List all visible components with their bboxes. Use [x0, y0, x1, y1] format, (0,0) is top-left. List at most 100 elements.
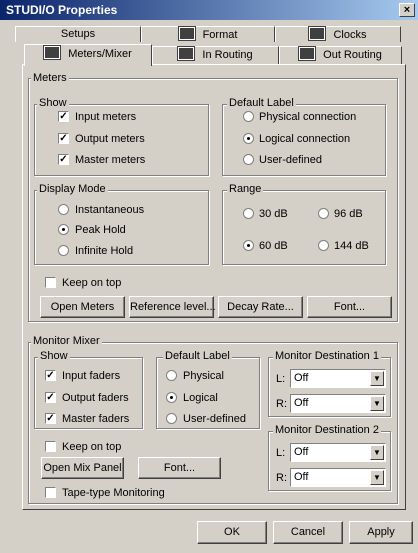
monitor-destination-2-title: Monitor Destination 2 [273, 424, 381, 436]
range-30db-radio[interactable] [243, 208, 254, 219]
title-bar: STUDI/O Properties × [0, 0, 418, 20]
mixer-physical-label: Physical [183, 370, 224, 382]
ok-button[interactable]: OK [197, 521, 267, 544]
dest1-l-value: Off [294, 372, 309, 384]
infinite-hold-label: Infinite Hold [75, 245, 134, 257]
infinite-hold-radio[interactable] [58, 245, 69, 256]
apply-button[interactable]: Apply [349, 521, 413, 544]
output-meters-checkbox[interactable]: ✓ [58, 133, 69, 144]
in-routing-icon [177, 46, 196, 61]
window-title: STUDI/O Properties [6, 3, 118, 17]
dest1-l-label: L: [276, 373, 286, 385]
meters-keep-on-top-checkbox[interactable] [45, 277, 56, 288]
close-button[interactable]: × [399, 3, 415, 17]
mixer-user-defined-label: User-defined [183, 413, 246, 425]
dest2-l-value: Off [294, 446, 309, 458]
mixer-font-button[interactable]: Font... [138, 457, 221, 479]
meters-keep-on-top-label: Keep on top [62, 277, 122, 289]
mixer-logical-radio[interactable] [166, 392, 177, 403]
tab-in-routing[interactable]: In Routing [152, 46, 279, 64]
chevron-down-icon[interactable]: ▼ [370, 371, 384, 386]
input-faders-label: Input faders [62, 370, 121, 382]
range-30db-label: 30 dB [259, 208, 288, 220]
chevron-down-icon[interactable]: ▼ [370, 396, 384, 411]
tab-format-label: Format [202, 29, 238, 41]
cancel-button[interactable]: Cancel [273, 521, 343, 544]
range-60db-radio[interactable] [243, 240, 254, 251]
out-routing-icon [298, 46, 317, 61]
output-meters-label: Output meters [75, 133, 145, 145]
dest1-r-value: Off [294, 397, 309, 409]
mixer-physical-radio[interactable] [166, 370, 177, 381]
meters-mixer-icon [43, 45, 62, 60]
tab-clocks[interactable]: Clocks [275, 26, 401, 42]
tab-out-routing[interactable]: Out Routing [279, 46, 402, 64]
format-icon [177, 26, 196, 41]
open-mix-panel-button[interactable]: Open Mix Panel [41, 457, 124, 479]
meters-font-button[interactable]: Font... [307, 296, 392, 318]
physical-connection-label: Physical connection [259, 111, 357, 123]
dest1-r-label: R: [276, 398, 287, 410]
mixer-user-defined-radio[interactable] [166, 413, 177, 424]
range-96db-radio[interactable] [318, 208, 329, 219]
range-96db-label: 96 dB [334, 208, 363, 220]
physical-connection-radio[interactable] [243, 111, 254, 122]
display-mode-title: Display Mode [37, 183, 108, 195]
chevron-down-icon[interactable]: ▼ [370, 470, 384, 485]
decay-rate-button[interactable]: Decay Rate... [218, 296, 303, 318]
instantaneous-radio[interactable] [58, 204, 69, 215]
tab-meters-mixer[interactable]: Meters/Mixer [24, 44, 152, 66]
mixer-logical-label: Logical [183, 392, 218, 404]
master-faders-checkbox[interactable]: ✓ [45, 413, 56, 424]
tab-in-routing-label: In Routing [202, 49, 253, 61]
tab-out-routing-label: Out Routing [323, 49, 382, 61]
dest1-l-select[interactable]: Off ▼ [290, 369, 386, 388]
peak-hold-radio[interactable] [58, 224, 69, 235]
range-144db-radio[interactable] [318, 240, 329, 251]
range-title: Range [227, 183, 264, 195]
range-60db-label: 60 dB [259, 240, 288, 252]
master-faders-label: Master faders [62, 413, 130, 425]
monitor-destination-1-title: Monitor Destination 1 [273, 350, 381, 362]
output-faders-checkbox[interactable]: ✓ [45, 392, 56, 403]
reference-level-button[interactable]: Reference level... [129, 296, 216, 318]
tab-clocks-label: Clocks [333, 29, 367, 41]
logical-connection-radio[interactable] [243, 133, 254, 144]
clocks-icon [308, 26, 327, 41]
tape-monitoring-label: Tape-type Monitoring [62, 487, 165, 499]
dest2-r-label: R: [276, 472, 287, 484]
output-faders-label: Output faders [62, 392, 129, 404]
mixer-show-title: Show [38, 350, 70, 362]
mixer-keep-on-top-checkbox[interactable] [45, 441, 56, 452]
input-meters-checkbox[interactable]: ✓ [58, 111, 69, 122]
tab-setups-label: Setups [60, 28, 96, 40]
input-faders-checkbox[interactable]: ✓ [45, 370, 56, 381]
chevron-down-icon[interactable]: ▼ [370, 445, 384, 460]
meters-show-title: Show [37, 97, 69, 109]
range-group [222, 190, 386, 265]
logical-connection-label: Logical connection [259, 133, 351, 145]
user-defined-radio[interactable] [243, 154, 254, 165]
dest2-r-value: Off [294, 471, 309, 483]
tab-meters-mixer-label: Meters/Mixer [68, 48, 132, 60]
range-144db-label: 144 dB [334, 240, 369, 252]
tab-setups[interactable]: Setups [15, 26, 141, 42]
user-defined-label: User-defined [259, 154, 322, 166]
tape-monitoring-checkbox[interactable] [45, 487, 56, 498]
dest2-r-select[interactable]: Off ▼ [290, 468, 386, 487]
mixer-keep-on-top-label: Keep on top [62, 441, 122, 453]
tab-format[interactable]: Format [141, 26, 275, 42]
master-meters-checkbox[interactable]: ✓ [58, 154, 69, 165]
dest2-l-label: L: [276, 447, 286, 459]
meters-group-title: Meters [31, 72, 69, 84]
dest2-l-select[interactable]: Off ▼ [290, 443, 386, 462]
master-meters-label: Master meters [75, 154, 146, 166]
meters-default-label-title: Default Label [227, 97, 296, 109]
open-meters-button[interactable]: Open Meters [40, 296, 125, 318]
mixer-default-label-title: Default Label [163, 350, 232, 362]
input-meters-label: Input meters [75, 111, 137, 123]
monitor-mixer-title: Monitor Mixer [31, 335, 102, 347]
peak-hold-label: Peak Hold [75, 224, 126, 236]
instantaneous-label: Instantaneous [75, 204, 145, 216]
dest1-r-select[interactable]: Off ▼ [290, 394, 386, 413]
